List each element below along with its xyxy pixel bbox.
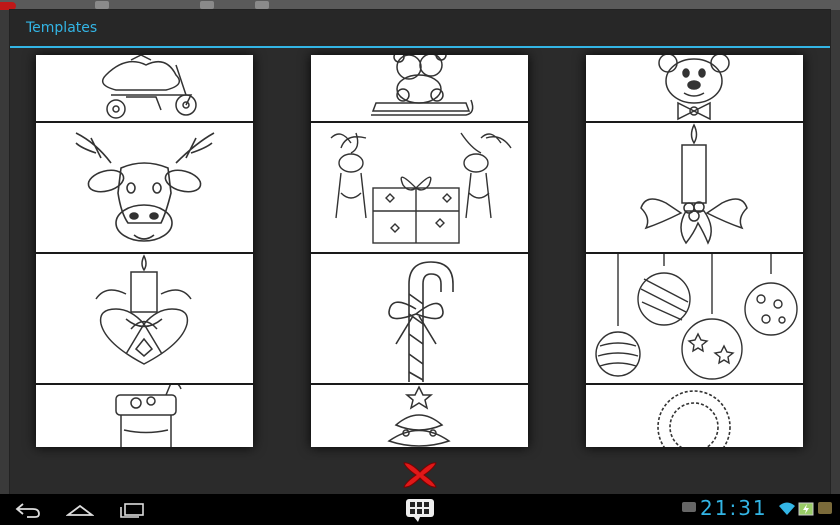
back-icon xyxy=(15,503,40,518)
system-navigation-bar: 21:31 xyxy=(0,494,840,525)
wreath-drawing xyxy=(657,390,731,447)
menu-grid-icon xyxy=(406,498,434,522)
tree-ornament-drawing xyxy=(387,385,451,447)
template-reindeer-face[interactable] xyxy=(36,121,253,252)
wifi-icon xyxy=(779,502,795,515)
status-clock: 21:31 xyxy=(700,496,768,520)
background-icon xyxy=(95,1,109,9)
template-mouse-bowtie[interactable] xyxy=(586,55,803,121)
teddy-on-sled-drawing xyxy=(371,55,474,116)
reindeer-gift-drawing xyxy=(330,132,512,244)
template-column xyxy=(311,55,528,447)
back-button[interactable] xyxy=(8,498,48,522)
template-candle-heart[interactable] xyxy=(36,252,253,383)
recent-apps-icon xyxy=(120,503,144,518)
stocking-drawing xyxy=(115,385,182,447)
template-candy-cane[interactable] xyxy=(311,252,528,383)
home-button[interactable] xyxy=(60,498,100,522)
mouse-bowtie-drawing xyxy=(658,55,730,121)
tricycle-tree-drawing xyxy=(101,55,197,119)
template-reindeer-gift[interactable] xyxy=(311,121,528,252)
template-column xyxy=(36,55,253,447)
candle-holly-drawing xyxy=(640,123,748,245)
dialog-title: Templates xyxy=(26,20,98,36)
template-grid xyxy=(10,48,830,460)
status-app-icon xyxy=(818,502,832,514)
template-candle-holly[interactable] xyxy=(586,121,803,252)
templates-dialog: Templates xyxy=(10,10,830,494)
template-tricycle-tree[interactable] xyxy=(36,55,253,121)
dialog-header: Templates xyxy=(10,10,830,47)
notification-icon xyxy=(682,502,696,512)
background-icon xyxy=(255,1,269,9)
home-icon xyxy=(66,504,94,516)
ornaments-drawing xyxy=(595,254,798,380)
reindeer-face-drawing xyxy=(75,132,215,242)
close-icon xyxy=(403,462,437,488)
background-app-strip xyxy=(0,0,840,10)
candle-heart-drawing xyxy=(95,254,192,365)
background-app-icon xyxy=(0,2,16,10)
menu-button[interactable] xyxy=(400,494,440,525)
close-button[interactable] xyxy=(400,458,440,492)
template-ornaments[interactable] xyxy=(586,252,803,383)
battery-charging-icon xyxy=(798,502,814,516)
template-teddy-on-sled[interactable] xyxy=(311,55,528,121)
template-tree-ornament[interactable] xyxy=(311,383,528,447)
template-wreath[interactable] xyxy=(586,383,803,447)
recent-apps-button[interactable] xyxy=(112,498,152,522)
template-stocking[interactable] xyxy=(36,383,253,447)
candy-cane-drawing xyxy=(388,261,454,382)
template-column xyxy=(586,55,803,447)
background-icon xyxy=(200,1,214,9)
